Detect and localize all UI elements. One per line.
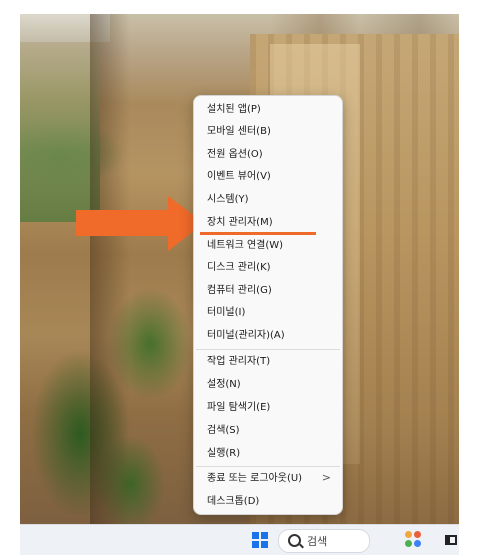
taskbar: 검색 [20, 524, 459, 555]
menu-item-label: 디스크 관리(K) [207, 262, 271, 273]
menu-separator [196, 349, 340, 350]
annotation-underline [200, 232, 316, 235]
menu-item-disk-management[interactable]: 디스크 관리(K) [198, 257, 339, 279]
menu-item-label: 작업 관리자(T) [207, 356, 271, 367]
menu-item-label: 터미널(I) [207, 307, 246, 318]
menu-item-desktop[interactable]: 데스크톱(D) [198, 491, 339, 513]
annotation-arrow-icon [76, 196, 204, 251]
taskbar-search-label: 검색 [307, 535, 328, 548]
menu-item-label: 이벤트 뷰어(V) [207, 171, 271, 182]
menu-item-label: 모바일 센터(B) [207, 126, 271, 137]
menu-item-power-options[interactable]: 전원 옵션(O) [198, 144, 339, 166]
menu-item-label: 검색(S) [207, 425, 240, 436]
widgets-icon[interactable] [405, 531, 423, 549]
menu-item-label: 설정(N) [207, 379, 241, 390]
menu-item-label: 컴퓨터 관리(G) [207, 285, 272, 296]
menu-item-label: 장치 관리자(M) [207, 217, 273, 228]
menu-item-label: 종료 또는 로그아웃(U) [207, 473, 303, 484]
menu-item-label: 전원 옵션(O) [207, 149, 263, 160]
menu-item-installed-apps[interactable]: 설치된 앱(P) [198, 99, 339, 121]
menu-item-search[interactable]: 검색(S) [198, 420, 339, 442]
menu-item-label: 설치된 앱(P) [207, 104, 261, 115]
menu-item-system[interactable]: 시스템(Y) [198, 189, 339, 211]
wallpaper-valley [20, 42, 100, 222]
taskbar-app-icon[interactable] [445, 535, 457, 545]
menu-item-label: 터미널(관리자)(A) [207, 330, 285, 341]
menu-item-network-connections[interactable]: 네트워크 연결(W) [198, 235, 339, 257]
menu-item-terminal-admin[interactable]: 터미널(관리자)(A) [198, 325, 339, 347]
menu-item-label: 데스크톱(D) [207, 496, 260, 507]
menu-item-run[interactable]: 실행(R) [198, 443, 339, 465]
menu-item-shutdown-signout[interactable]: 종료 또는 로그아웃(U) > [198, 468, 339, 490]
windows-start-icon[interactable] [252, 532, 268, 548]
search-icon [288, 534, 301, 547]
menu-item-label: 파일 탐색기(E) [207, 402, 271, 413]
menu-item-mobility-center[interactable]: 모바일 센터(B) [198, 121, 339, 143]
menu-item-label: 실행(R) [207, 448, 241, 459]
menu-item-label: 네트워크 연결(W) [207, 240, 284, 251]
menu-item-settings[interactable]: 설정(N) [198, 374, 339, 396]
menu-item-terminal[interactable]: 터미널(I) [198, 302, 339, 324]
wallpaper-cliff-shade [90, 14, 130, 524]
menu-item-file-explorer[interactable]: 파일 탐색기(E) [198, 397, 339, 419]
menu-item-label: 시스템(Y) [207, 194, 249, 205]
menu-item-task-manager[interactable]: 작업 관리자(T) [198, 351, 339, 373]
menu-item-event-viewer[interactable]: 이벤트 뷰어(V) [198, 166, 339, 188]
taskbar-search-box[interactable]: 검색 [278, 529, 370, 553]
menu-item-computer-management[interactable]: 컴퓨터 관리(G) [198, 280, 339, 302]
winx-context-menu: 설치된 앱(P) 모바일 센터(B) 전원 옵션(O) 이벤트 뷰어(V) 시스… [193, 95, 343, 515]
chevron-right-icon: > [321, 471, 331, 484]
menu-item-device-manager[interactable]: 장치 관리자(M) [198, 212, 339, 234]
menu-separator [196, 466, 340, 467]
